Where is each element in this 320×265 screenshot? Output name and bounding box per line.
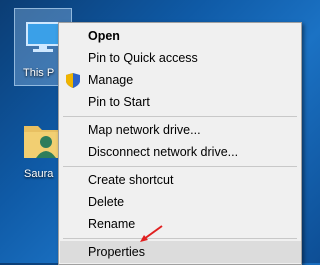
user-folder-label: Saura <box>24 168 54 180</box>
menu-item-create-shortcut[interactable]: Create shortcut <box>60 169 301 191</box>
uac-shield-icon <box>66 73 80 88</box>
menu-item-manage[interactable]: Manage <box>60 69 301 91</box>
this-pc-label: This P <box>23 67 55 79</box>
computer-icon <box>26 22 60 52</box>
user-folder-icon <box>24 126 60 158</box>
menu-separator <box>63 238 297 239</box>
menu-item-pin-start[interactable]: Pin to Start <box>60 91 301 113</box>
menu-item-manage-label: Manage <box>88 73 134 87</box>
menu-item-rename[interactable]: Rename <box>60 213 301 235</box>
menu-item-map-network-drive[interactable]: Map network drive... <box>60 119 301 141</box>
menu-item-disconnect-network-drive[interactable]: Disconnect network drive... <box>60 141 301 163</box>
menu-item-properties[interactable]: Properties <box>60 241 301 263</box>
menu-separator <box>63 116 297 117</box>
context-menu: Open Pin to Quick access Manage Pin to S… <box>58 22 302 265</box>
menu-separator <box>63 166 297 167</box>
menu-item-delete[interactable]: Delete <box>60 191 301 213</box>
red-arrow-icon <box>140 225 163 242</box>
menu-item-pin-quick-access[interactable]: Pin to Quick access <box>60 47 301 69</box>
menu-item-open[interactable]: Open <box>60 25 301 47</box>
